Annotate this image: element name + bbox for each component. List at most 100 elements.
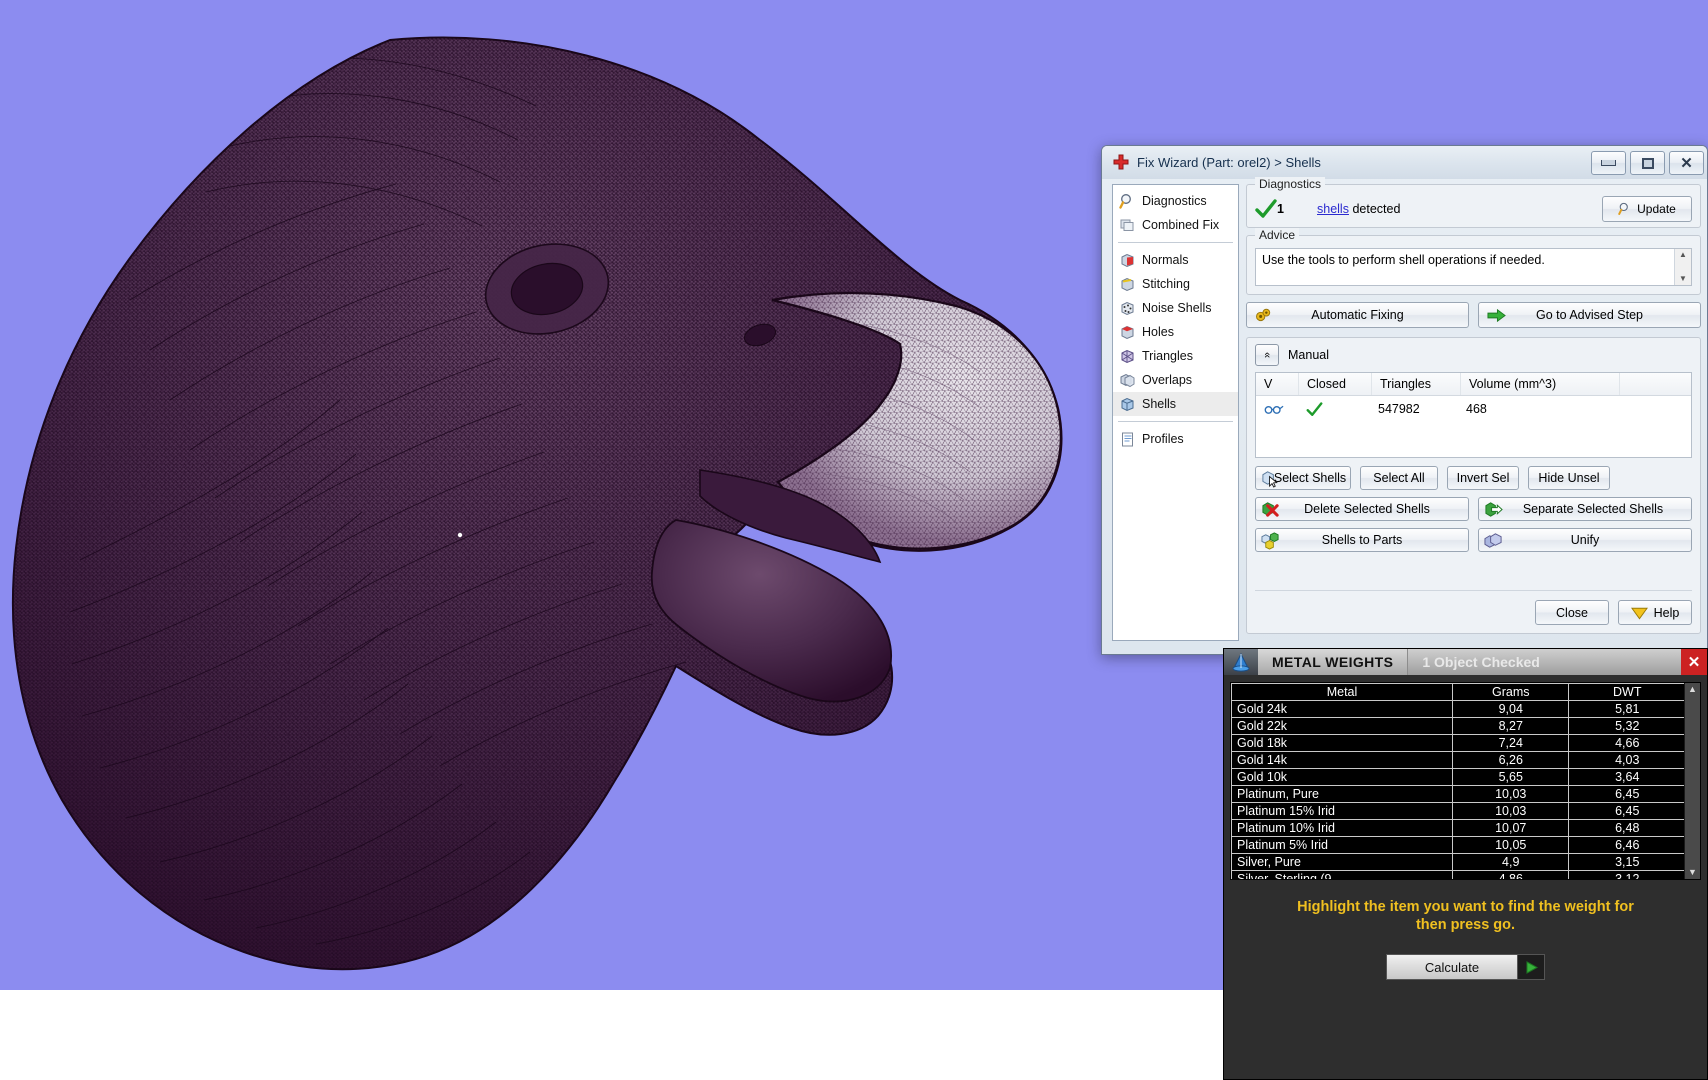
column-header-triangles: Triangles: [1372, 373, 1461, 395]
sidebar-item-label: Shells: [1142, 397, 1176, 411]
table-row[interactable]: Gold 18k7,244,66: [1232, 735, 1686, 752]
sidebar-item-normals[interactable]: Normals: [1113, 248, 1238, 272]
window-controls: ✕: [1591, 151, 1704, 175]
table-row[interactable]: Platinum 10% Irid10,076,48: [1232, 820, 1686, 837]
cube-cursor-icon: [1261, 469, 1280, 491]
cell-visibility[interactable]: [1256, 396, 1298, 422]
calculate-control[interactable]: Calculate: [1386, 954, 1545, 980]
table-row[interactable]: Silver, Sterling (9...4,863,12: [1232, 871, 1686, 881]
sidebar-item-overlaps[interactable]: Overlaps: [1113, 368, 1238, 392]
metal-weights-panel[interactable]: METAL WEIGHTS 1 Object Checked ✕ Metal G…: [1223, 648, 1708, 1080]
green-check-icon: [1255, 199, 1277, 219]
unify-button[interactable]: Unify: [1478, 528, 1692, 552]
calculate-row: Calculate: [1224, 954, 1707, 980]
go-to-advised-step-button[interactable]: Go to Advised Step: [1478, 302, 1701, 328]
table-row[interactable]: Gold 14k6,264,03: [1232, 752, 1686, 769]
maximize-button[interactable]: [1630, 151, 1665, 175]
update-button-label: Update: [1637, 202, 1676, 216]
help-button[interactable]: Help: [1618, 600, 1692, 625]
merged-cubes-icon: [1484, 531, 1503, 553]
automatic-fixing-label: Automatic Fixing: [1247, 308, 1468, 322]
cell-metal: Platinum 5% Irid: [1232, 837, 1453, 854]
metal-weights-table-container[interactable]: Metal Grams DWT Gold 24k9,045,81Gold 22k…: [1230, 682, 1701, 880]
metal-weights-table: Metal Grams DWT Gold 24k9,045,81Gold 22k…: [1231, 683, 1686, 880]
hide-unsel-label: Hide Unsel: [1538, 471, 1599, 485]
scroll-down-icon[interactable]: ▼: [1679, 273, 1687, 285]
close-button[interactable]: ✕: [1669, 151, 1704, 175]
green-play-icon: [1525, 961, 1538, 974]
automatic-fixing-button[interactable]: Automatic Fixing: [1246, 302, 1469, 328]
sidebar-item-diagnostics[interactable]: Diagnostics: [1113, 189, 1238, 213]
viewport-bottom-strip: [0, 990, 1223, 1080]
cell-dwt: 6,46: [1569, 837, 1686, 854]
table-row[interactable]: 547982 468: [1256, 396, 1691, 422]
cell-metal: Gold 24k: [1232, 701, 1453, 718]
cell-metal: Silver, Sterling (9...: [1232, 871, 1453, 881]
table-row[interactable]: Gold 24k9,045,81: [1232, 701, 1686, 718]
fix-wizard-titlebar[interactable]: Fix Wizard (Part: orel2) > Shells ✕: [1102, 146, 1707, 179]
close-dialog-label: Close: [1556, 606, 1588, 620]
sidebar-item-profiles[interactable]: Profiles: [1113, 427, 1238, 451]
sidebar-item-triangles[interactable]: Triangles: [1113, 344, 1238, 368]
sidebar-item-stitching[interactable]: Stitching: [1113, 272, 1238, 296]
tree-divider: [1118, 421, 1233, 422]
metal-weights-title: METAL WEIGHTS: [1258, 649, 1407, 675]
sidebar-item-noise-shells[interactable]: Noise Shells: [1113, 296, 1238, 320]
metal-weights-table-header-row: Metal Grams DWT: [1232, 684, 1686, 701]
metal-weights-close-button[interactable]: ✕: [1681, 649, 1707, 675]
delete-selected-shells-label: Delete Selected Shells: [1304, 502, 1430, 516]
cell-grams: 4,9: [1453, 854, 1569, 871]
update-button[interactable]: Update: [1602, 196, 1692, 222]
shell-count: 1: [1277, 202, 1317, 216]
invert-sel-button[interactable]: Invert Sel: [1447, 466, 1519, 490]
scroll-up-icon[interactable]: ▲: [1679, 249, 1687, 261]
cell-dwt: 3,64: [1569, 769, 1686, 786]
table-row[interactable]: Gold 10k5,653,64: [1232, 769, 1686, 786]
scroll-down-icon[interactable]: ▼: [1688, 866, 1697, 879]
manual-toggle-glyph: «: [1261, 352, 1273, 358]
scroll-up-icon[interactable]: ▲: [1688, 683, 1697, 696]
cell-dwt: 4,03: [1569, 752, 1686, 769]
fix-wizard-dialog[interactable]: Fix Wizard (Part: orel2) > Shells ✕ Diag…: [1101, 145, 1708, 655]
shells-to-parts-button[interactable]: Shells to Parts: [1255, 528, 1469, 552]
hide-unsel-button[interactable]: Hide Unsel: [1528, 466, 1610, 490]
advice-group: Advice Use the tools to perform shell op…: [1246, 235, 1701, 295]
shells-to-parts-label: Shells to Parts: [1322, 533, 1403, 547]
manual-collapse-toggle[interactable]: «: [1255, 344, 1279, 366]
minimize-button[interactable]: [1591, 151, 1626, 175]
cube-overlap-icon: [1119, 372, 1136, 389]
delete-selected-shells-button[interactable]: Delete Selected Shells: [1255, 497, 1469, 521]
cell-dwt: 3,12: [1569, 871, 1686, 881]
shells-table[interactable]: V Closed Triangles Volume (mm^3): [1255, 372, 1692, 458]
sidebar-item-holes[interactable]: Holes: [1113, 320, 1238, 344]
table-row[interactable]: Gold 22k8,275,32: [1232, 718, 1686, 735]
calculate-go-button[interactable]: [1517, 955, 1544, 979]
sidebar-item-label: Stitching: [1142, 277, 1190, 291]
advice-scrollbar[interactable]: ▲ ▼: [1674, 249, 1691, 285]
cell-grams: 10,05: [1453, 837, 1569, 854]
table-row[interactable]: Platinum 15% Irid10,036,45: [1232, 803, 1686, 820]
fix-action-buttons: Automatic Fixing Go to Advised Step: [1246, 302, 1701, 328]
advice-text: Use the tools to perform shell operation…: [1262, 253, 1545, 267]
metal-weights-scrollbar[interactable]: ▲ ▼: [1684, 683, 1700, 879]
cell-dwt: 3,15: [1569, 854, 1686, 871]
close-dialog-button[interactable]: Close: [1535, 600, 1609, 625]
table-row[interactable]: Silver, Pure4,93,15: [1232, 854, 1686, 871]
sidebar-item-combined-fix[interactable]: Combined Fix: [1113, 213, 1238, 237]
shells-link[interactable]: shells: [1317, 202, 1349, 216]
column-header-grams: Grams: [1453, 684, 1569, 701]
diagnostics-message-rest: detected: [1349, 202, 1400, 216]
sidebar-item-shells[interactable]: Shells: [1113, 392, 1238, 416]
separate-selected-shells-button[interactable]: Separate Selected Shells: [1478, 497, 1692, 521]
cell-grams: 8,27: [1453, 718, 1569, 735]
cell-metal: Gold 22k: [1232, 718, 1453, 735]
cube-yellow-seam-icon: [1119, 276, 1136, 293]
select-all-button[interactable]: Select All: [1360, 466, 1438, 490]
fix-wizard-tree[interactable]: Diagnostics Combined Fix Normals: [1112, 184, 1239, 641]
invert-sel-label: Invert Sel: [1457, 471, 1510, 485]
select-shells-button[interactable]: Select Shells: [1255, 466, 1351, 490]
table-row[interactable]: Platinum 5% Irid10,056,46: [1232, 837, 1686, 854]
cell-closed: [1298, 396, 1370, 422]
table-row[interactable]: Platinum, Pure10,036,45: [1232, 786, 1686, 803]
advice-text-box: Use the tools to perform shell operation…: [1255, 248, 1692, 286]
